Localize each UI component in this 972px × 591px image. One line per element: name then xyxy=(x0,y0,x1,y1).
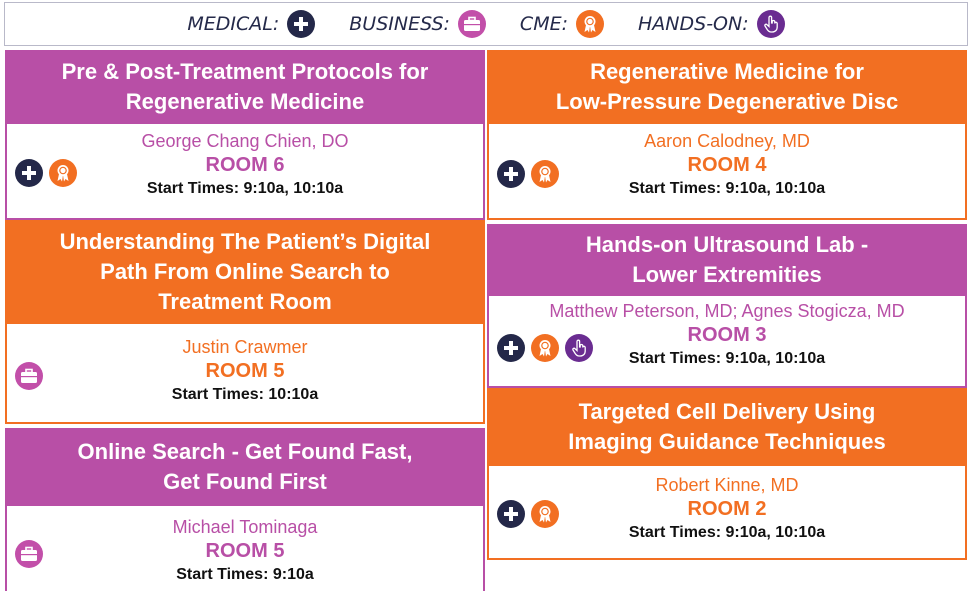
legend-bar: MEDICAL: BUSINESS: CME: HANDS-ON: xyxy=(4,2,968,46)
award-ribbon-icon xyxy=(531,500,559,528)
speaker-name: George Chang Chien, DO xyxy=(141,131,349,151)
session-title: Targeted Cell Delivery Using Imaging Gui… xyxy=(487,388,967,466)
plus-icon xyxy=(497,160,525,188)
briefcase-icon xyxy=(15,362,43,390)
hand-pointer-icon xyxy=(756,10,785,38)
speaker-name: Matthew Peterson, MD; Agnes Stogicza, MD xyxy=(549,301,905,321)
session-title: Online Search - Get Found Fast, Get Foun… xyxy=(5,428,485,506)
start-times: Start Times: 9:10a xyxy=(176,566,314,583)
award-ribbon-icon xyxy=(531,334,559,362)
session-card: Online Search - Get Found Fast, Get Foun… xyxy=(5,428,485,591)
legend-label: HANDS-ON: xyxy=(638,13,749,35)
title-line: Online Search - Get Found Fast, xyxy=(77,439,413,464)
session-details: Justin Crawmer ROOM 5 Start Times: 10:10… xyxy=(5,324,485,424)
title-line: Get Found First xyxy=(163,469,327,494)
session-details: George Chang Chien, DO ROOM 6 Start Time… xyxy=(5,124,485,220)
start-times: Start Times: 9:10a, 10:10a xyxy=(146,180,344,197)
session-title: Understanding The Patient’s Digital Path… xyxy=(5,220,485,324)
legend-label: BUSINESS: xyxy=(349,13,450,35)
tag-icons xyxy=(497,160,559,188)
tag-icons xyxy=(497,334,593,362)
room-number: ROOM 2 xyxy=(687,498,767,520)
plus-icon xyxy=(287,10,316,38)
tag-icons xyxy=(15,540,43,568)
hand-pointer-icon xyxy=(565,334,593,362)
session-title: Hands-on Ultrasound Lab - Lower Extremit… xyxy=(487,224,967,296)
award-ribbon-icon xyxy=(576,10,604,38)
tag-icons xyxy=(15,159,77,187)
session-details: Matthew Peterson, MD; Agnes Stogicza, MD… xyxy=(487,296,967,388)
legend-business: BUSINESS: xyxy=(349,10,486,38)
award-ribbon-icon xyxy=(531,160,559,188)
plus-icon xyxy=(15,159,43,187)
room-number: ROOM 4 xyxy=(687,154,767,176)
title-line: Regenerative Medicine xyxy=(125,89,365,114)
speaker-name: Michael Tominaga xyxy=(172,517,318,537)
title-line: Understanding The Patient’s Digital xyxy=(59,229,431,254)
speaker-name: Robert Kinne, MD xyxy=(655,475,799,495)
title-line: Treatment Room xyxy=(158,289,332,314)
speaker-name: Aaron Calodney, MD xyxy=(644,131,810,151)
briefcase-icon xyxy=(15,540,43,568)
tag-icons xyxy=(497,500,559,528)
legend-hands-on: HANDS-ON: xyxy=(638,10,785,38)
title-line: Targeted Cell Delivery Using xyxy=(578,399,876,424)
session-card: Understanding The Patient’s Digital Path… xyxy=(5,220,485,424)
briefcase-icon xyxy=(457,10,486,38)
tag-icons xyxy=(15,362,43,390)
title-line: Lower Extremities xyxy=(632,262,822,287)
award-ribbon-icon xyxy=(49,159,77,187)
room-number: ROOM 5 xyxy=(205,360,285,382)
title-line: Path From Online Search to xyxy=(100,259,390,284)
title-line: Pre & Post-Treatment Protocols for xyxy=(61,59,429,84)
plus-icon xyxy=(497,334,525,362)
plus-icon xyxy=(497,500,525,528)
start-times: Start Times: 9:10a, 10:10a xyxy=(628,180,826,197)
right-column: Regenerative Medicine for Low-Pressure D… xyxy=(487,50,967,560)
session-card: Regenerative Medicine for Low-Pressure D… xyxy=(487,50,967,220)
session-title: Pre & Post-Treatment Protocols for Regen… xyxy=(5,50,485,124)
room-number: ROOM 5 xyxy=(205,540,285,562)
speaker-name: Justin Crawmer xyxy=(182,337,308,357)
start-times: Start Times: 9:10a, 10:10a xyxy=(628,524,826,541)
title-line: Regenerative Medicine for xyxy=(590,59,864,84)
title-line: Hands-on Ultrasound Lab - xyxy=(585,232,869,257)
title-line: Low-Pressure Degenerative Disc xyxy=(555,89,899,114)
session-details: Aaron Calodney, MD ROOM 4 Start Times: 9… xyxy=(487,124,967,220)
legend-medical: MEDICAL: xyxy=(187,10,316,38)
legend-label: MEDICAL: xyxy=(187,13,280,35)
session-card: Hands-on Ultrasound Lab - Lower Extremit… xyxy=(487,224,967,388)
start-times: Start Times: 10:10a xyxy=(171,386,319,403)
session-details: Michael Tominaga ROOM 5 Start Times: 9:1… xyxy=(5,506,485,591)
legend-cme: CME: xyxy=(520,10,604,38)
left-column: Pre & Post-Treatment Protocols for Regen… xyxy=(5,50,485,591)
session-title: Regenerative Medicine for Low-Pressure D… xyxy=(487,50,967,124)
session-card: Targeted Cell Delivery Using Imaging Gui… xyxy=(487,388,967,560)
legend-label: CME: xyxy=(519,13,568,35)
session-details: Robert Kinne, MD ROOM 2 Start Times: 9:1… xyxy=(487,466,967,560)
room-number: ROOM 6 xyxy=(205,154,285,176)
title-line: Imaging Guidance Techniques xyxy=(568,429,886,454)
session-card: Pre & Post-Treatment Protocols for Regen… xyxy=(5,50,485,220)
